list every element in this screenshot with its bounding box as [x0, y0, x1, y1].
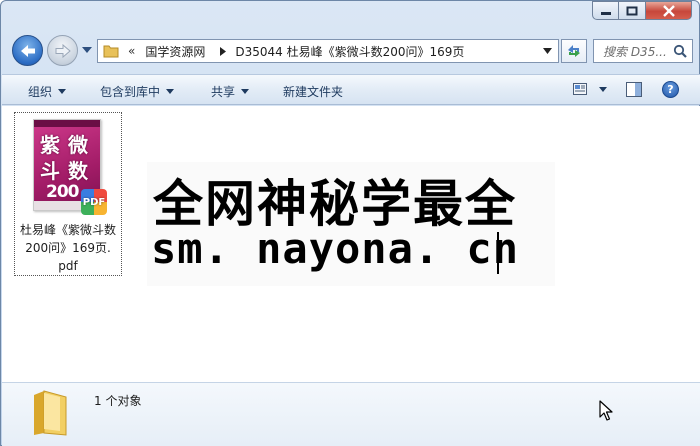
- help-icon: ?: [667, 83, 674, 96]
- command-bar: 组织 包含到库中 共享 新建文件夹 ?: [2, 74, 700, 105]
- chevron-down-icon[interactable]: [543, 48, 552, 54]
- thumbnail-char: 数: [68, 159, 88, 183]
- chevron-down-icon: [58, 89, 67, 94]
- chevron-down-icon: [166, 89, 175, 94]
- chevron-down-icon: [241, 89, 250, 94]
- refresh-button[interactable]: [561, 39, 587, 63]
- breadcrumb-current[interactable]: D35044 杜易峰《紫微斗数200问》169页: [235, 43, 464, 60]
- chevron-down-icon: [599, 86, 607, 92]
- arrow-left-icon: [20, 44, 35, 57]
- pdf-app-icon: PDF: [81, 189, 107, 215]
- arrow-right-icon: [55, 43, 71, 58]
- caption-buttons: [592, 1, 692, 20]
- watermark-url: sm. nayona. cn: [151, 224, 520, 273]
- explorer-window: « 国学资源网 D35044 杜易峰《紫微斗数200问》169页 搜索 D35.…: [0, 0, 700, 446]
- file-name-line: 杜易峰《紫微斗数: [19, 223, 116, 237]
- text-caret: [497, 232, 499, 274]
- minimize-icon: [600, 11, 611, 15]
- search-input[interactable]: 搜索 D35...: [603, 43, 669, 60]
- organize-label: 组织: [28, 85, 53, 99]
- mouse-pointer-icon: [599, 400, 613, 421]
- thumbnail-header: [34, 120, 100, 127]
- thumbnail-char: 紫: [40, 133, 60, 157]
- file-name-label[interactable]: 杜易峰《紫微斗数 200问》169页. pdf: [15, 221, 121, 275]
- change-view-button[interactable]: [573, 83, 607, 95]
- include-in-library-menu[interactable]: 包含到库中: [100, 83, 175, 100]
- pdf-badge-label: PDF: [82, 196, 106, 208]
- thumbnail-char: 微: [68, 133, 88, 157]
- help-button[interactable]: ?: [662, 81, 679, 98]
- chevron-right-icon[interactable]: [219, 46, 227, 56]
- file-name-line: pdf: [58, 259, 78, 273]
- thumbnail-char: 斗: [40, 159, 60, 183]
- item-count-status: 1 个对象: [94, 394, 142, 408]
- forward-button[interactable]: [47, 35, 78, 66]
- close-icon: [662, 4, 675, 17]
- preview-pane-icon[interactable]: [626, 82, 642, 97]
- address-bar[interactable]: « 国学资源网 D35044 杜易峰《紫微斗数200问》169页: [97, 39, 559, 63]
- close-button[interactable]: [646, 1, 692, 20]
- file-list-area[interactable]: 紫 微 斗 数 200 PDF 杜易峰《紫微斗数 200问》169页. pdf …: [2, 106, 700, 382]
- navigation-row: « 国学资源网 D35044 杜易峰《紫微斗数200问》169页 搜索 D35.…: [9, 34, 693, 68]
- share-menu[interactable]: 共享: [211, 83, 250, 100]
- maximize-icon: [626, 6, 638, 15]
- refresh-icon: [568, 45, 580, 57]
- file-name-line: 200问》169页.: [25, 241, 111, 255]
- include-in-library-label: 包含到库中: [100, 85, 161, 99]
- view-icon: [573, 83, 587, 95]
- back-button[interactable]: [12, 35, 43, 66]
- minimize-button[interactable]: [592, 1, 619, 20]
- details-pane: 1 个对象: [2, 382, 700, 446]
- maximize-button[interactable]: [619, 1, 646, 20]
- new-folder-button[interactable]: 新建文件夹: [283, 83, 343, 100]
- breadcrumb-overflow[interactable]: «: [128, 44, 135, 58]
- search-icon[interactable]: [673, 44, 687, 58]
- organize-menu[interactable]: 组织: [28, 83, 67, 100]
- thumbnail-number: 200: [46, 182, 79, 202]
- folder-icon: [103, 45, 119, 58]
- breadcrumb-item[interactable]: 国学资源网: [145, 43, 205, 60]
- recent-pages-dropdown-icon[interactable]: [82, 47, 92, 53]
- folder-icon: [34, 390, 67, 436]
- file-item[interactable]: 紫 微 斗 数 200 PDF 杜易峰《紫微斗数 200问》169页. pdf: [14, 112, 122, 276]
- new-folder-label: 新建文件夹: [283, 85, 344, 99]
- share-label: 共享: [211, 85, 236, 99]
- watermark-overlay: 全网神秘学最全 sm. nayona. cn: [147, 162, 555, 286]
- search-box[interactable]: 搜索 D35...: [593, 39, 693, 63]
